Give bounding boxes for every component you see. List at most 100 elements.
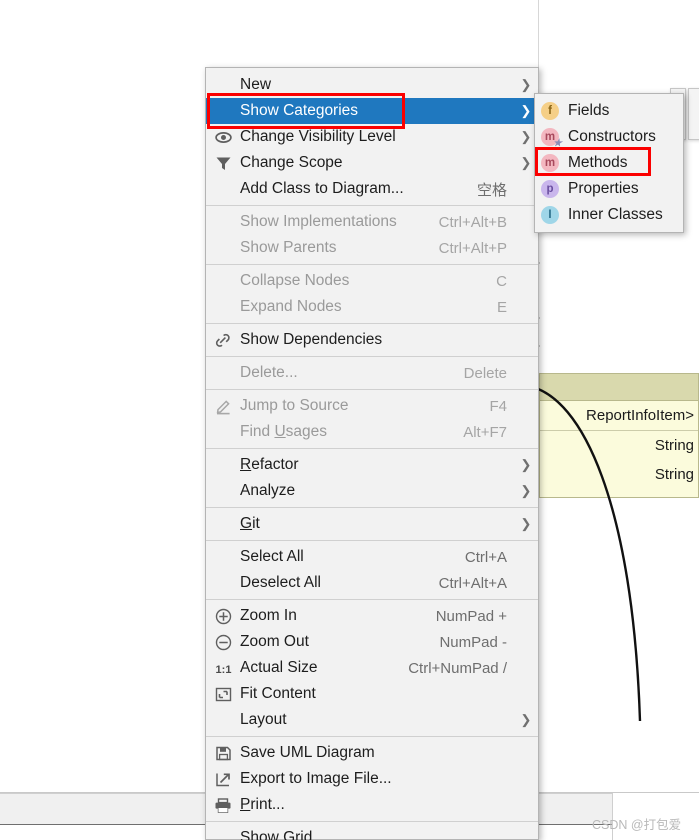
menu-separator	[206, 205, 538, 206]
menu-item-label: Export to Image File...	[240, 770, 392, 787]
uml-diagram-context-menu[interactable]: New ❯ Show Categories ❯ Change Visibility Le…	[205, 67, 539, 840]
menu-item-find-usages: Find Usages Alt+F7	[206, 419, 538, 445]
menu-separator	[206, 507, 538, 508]
uml-class-row: ReportInfoItem>	[540, 401, 698, 431]
menu-item-label: Actual Size	[240, 659, 318, 676]
menu-item-label: Show Implementations	[240, 213, 397, 230]
menu-item-icon-slot	[206, 511, 240, 537]
menu-item-delete: Delete... Delete	[206, 360, 538, 386]
menu-item-label: Layout	[240, 711, 287, 728]
menu-item-icon-slot	[206, 294, 240, 320]
menu-item-label: Collapse Nodes	[240, 272, 350, 289]
menu-item-expand-nodes: Expand Nodes E	[206, 294, 538, 320]
field-icon: f	[541, 102, 559, 120]
menu-item-shortcut: F4	[489, 397, 507, 415]
plus-circle-icon	[206, 603, 240, 629]
menu-item-save-uml-diagram[interactable]: Save UML Diagram	[206, 740, 538, 766]
menu-item-shortcut: Delete	[463, 364, 507, 382]
chevron-right-icon: ❯	[520, 516, 532, 531]
menu-item-label: Add Class to Diagram...	[240, 180, 404, 197]
link-icon	[206, 327, 240, 353]
save-icon	[206, 740, 240, 766]
menu-item-git[interactable]: Git ❯	[206, 511, 538, 537]
menu-item-label: Show Dependencies	[240, 331, 383, 348]
menu-item-show-parents: Show Parents Ctrl+Alt+P	[206, 235, 538, 261]
menu-item-export-to-image-file[interactable]: Export to Image File...	[206, 766, 538, 792]
menu-item-icon-slot	[206, 707, 240, 733]
menu-item-actual-size[interactable]: 1:1 Actual Size Ctrl+NumPad /	[206, 655, 538, 681]
menu-item-print[interactable]: Print...	[206, 792, 538, 818]
menu-item-label: New	[240, 76, 272, 93]
menu-item-show-dependencies[interactable]: Show Dependencies	[206, 327, 538, 353]
menu-item-label: Delete...	[240, 364, 298, 381]
menu-item-shortcut: Ctrl+Alt+P	[438, 239, 507, 257]
uml-class-row: String	[654, 437, 694, 454]
menu-separator	[206, 821, 538, 822]
menu-item-icon-slot	[206, 452, 240, 478]
menu-item-show-grid[interactable]: Show Grid	[206, 825, 538, 840]
submenu-item-methods[interactable]: m Methods	[535, 150, 683, 176]
menu-item-icon-slot	[206, 209, 240, 235]
diagram-toolbar-panel-right[interactable]	[688, 88, 699, 140]
menu-item-refactor[interactable]: Refactor ❯	[206, 452, 538, 478]
menu-item-show-categories[interactable]: Show Categories ❯	[206, 98, 538, 124]
menu-item-label: Save UML Diagram	[240, 744, 375, 761]
menu-item-label: Deselect All	[240, 574, 321, 591]
mnemonic-letter: G	[240, 515, 253, 532]
menu-item-icon-slot	[206, 478, 240, 504]
submenu-item-constructors[interactable]: m ★ Constructors	[535, 124, 683, 150]
menu-item-change-scope[interactable]: Change Scope ❯	[206, 150, 538, 176]
menu-item-label: Analyze	[240, 482, 296, 499]
minus-circle-icon	[206, 629, 240, 655]
menu-item-label: Jump to Source	[240, 397, 349, 414]
menu-item-label: Print...	[240, 796, 285, 813]
pencil-icon	[206, 393, 240, 419]
menu-separator	[206, 356, 538, 357]
menu-item-shortcut: 空格	[476, 181, 507, 199]
menu-item-layout[interactable]: Layout ❯	[206, 707, 538, 733]
menu-item-icon-slot	[206, 235, 240, 261]
menu-item-zoom-in[interactable]: Zoom In NumPad +	[206, 603, 538, 629]
menu-item-change-visibility-level[interactable]: Change Visibility Level ❯	[206, 124, 538, 150]
menu-item-label: Change Scope	[240, 154, 343, 171]
menu-separator	[206, 540, 538, 541]
menu-item-icon-slot	[206, 419, 240, 445]
menu-item-label: Refactor	[240, 456, 299, 473]
menu-item-deselect-all[interactable]: Deselect All Ctrl+Alt+A	[206, 570, 538, 596]
submenu-item-inner-classes[interactable]: I Inner Classes	[535, 202, 683, 228]
menu-item-icon-slot	[206, 98, 240, 124]
menu-item-select-all[interactable]: Select All Ctrl+A	[206, 544, 538, 570]
menu-item-fit-content[interactable]: Fit Content	[206, 681, 538, 707]
menu-separator	[206, 264, 538, 265]
mnemonic-letter: R	[240, 456, 252, 473]
menu-item-show-implementations: Show Implementations Ctrl+Alt+B	[206, 209, 538, 235]
mnemonic-letter: P	[240, 796, 251, 813]
menu-item-icon-slot	[206, 544, 240, 570]
menu-item-label: Zoom Out	[240, 633, 309, 650]
menu-item-icon-slot	[206, 825, 240, 840]
menu-item-jump-to-source: Jump to Source F4	[206, 393, 538, 419]
inner-class-icon: I	[541, 206, 559, 224]
menu-item-analyze[interactable]: Analyze ❯	[206, 478, 538, 504]
menu-separator	[206, 389, 538, 390]
menu-separator	[206, 599, 538, 600]
menu-item-new[interactable]: New ❯	[206, 72, 538, 98]
menu-item-zoom-out[interactable]: Zoom Out NumPad -	[206, 629, 538, 655]
uml-class-row: String	[654, 466, 694, 483]
menu-item-shortcut: Ctrl+A	[464, 548, 507, 566]
menu-item-add-class-to-diagram[interactable]: Add Class to Diagram... 空格	[206, 176, 538, 202]
screenshot-root: ReportInfoItem> String String New ❯ Show C…	[0, 0, 699, 840]
show-categories-submenu[interactable]: f Fields m ★ Constructors m Methods p Properties…	[534, 93, 684, 233]
chevron-right-icon: ❯	[520, 457, 532, 472]
menu-item-icon-slot	[206, 360, 240, 386]
menu-item-label: Show Parents	[240, 239, 337, 256]
menu-item-shortcut: Ctrl+NumPad /	[408, 659, 507, 677]
menu-item-label: Expand Nodes	[240, 298, 342, 315]
submenu-item-label: Methods	[568, 154, 628, 171]
menu-item-label: Change Visibility Level	[240, 128, 396, 145]
menu-separator	[206, 448, 538, 449]
submenu-item-fields[interactable]: f Fields	[535, 98, 683, 124]
uml-class-node[interactable]: ReportInfoItem> String String	[539, 373, 699, 498]
menu-item-shortcut: Alt+F7	[463, 423, 507, 441]
submenu-item-properties[interactable]: p Properties	[535, 176, 683, 202]
